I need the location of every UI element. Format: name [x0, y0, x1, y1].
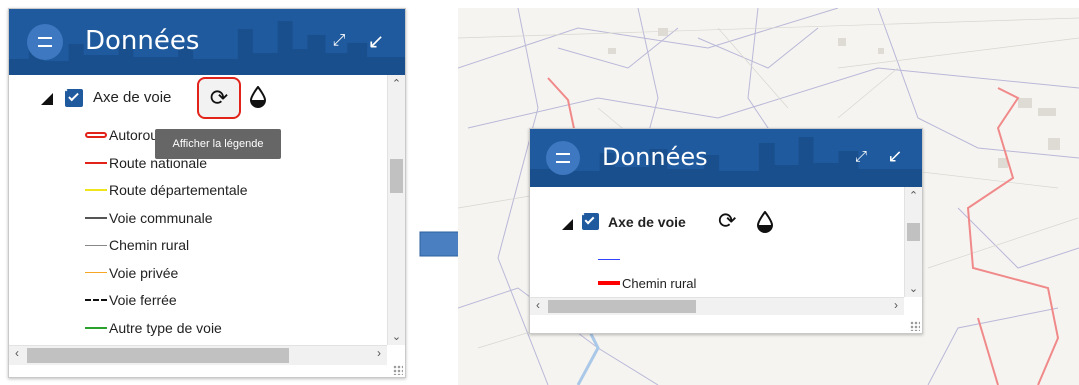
- collapse-triangle-icon[interactable]: [41, 93, 53, 105]
- horizontal-scrollbar-right[interactable]: ‹ ›: [530, 297, 904, 315]
- legend-label: Chemin rural: [109, 237, 190, 253]
- panel-title: Données: [85, 26, 200, 56]
- left-legend-item: Voie communale: [85, 208, 213, 228]
- horizontal-scrollbar[interactable]: ‹ ›: [9, 345, 387, 365]
- legend-symbol: [598, 258, 620, 260]
- expand-icon[interactable]: ⤢: [850, 145, 872, 167]
- legend-label: Chemin rural: [622, 275, 697, 291]
- resize-grip-icon[interactable]: [910, 321, 920, 331]
- vertical-scrollbar[interactable]: ⌃ ⌄: [387, 75, 405, 345]
- legend-symbol: [85, 132, 107, 138]
- left-legend-item: Voie ferrée: [85, 290, 177, 310]
- scroll-down-arrow[interactable]: ⌄: [905, 282, 922, 295]
- legend-label: Voie communale: [109, 209, 213, 226]
- scroll-down-arrow[interactable]: ⌄: [388, 330, 405, 343]
- data-panel-right: Données ⤢ ↙ Axe de voie ⟳ Chemin rural ⌃…: [529, 128, 923, 334]
- panel-header: Données ⤢ ↙: [9, 9, 405, 75]
- resize-grip-icon[interactable]: [393, 365, 403, 375]
- scroll-right-arrow[interactable]: ›: [377, 346, 381, 360]
- menu-button-right[interactable]: [546, 141, 580, 175]
- legend-label: Voie privée: [109, 264, 179, 281]
- left-legend-item: Voie privée: [85, 263, 178, 283]
- scroll-thumb-horizontal[interactable]: [548, 300, 696, 313]
- opacity-drop-icon[interactable]: [249, 86, 267, 108]
- legend-symbol: [85, 299, 107, 301]
- legend-symbol: [85, 216, 107, 219]
- menu-icon: [556, 153, 570, 163]
- panel-header-right: Données ⤢ ↙: [530, 129, 922, 187]
- legend-label: Voie ferrée: [109, 292, 177, 308]
- legend-label: Autre type de voie: [109, 319, 222, 336]
- legend-symbol: [85, 272, 107, 273]
- right-legend-item: [598, 249, 622, 269]
- layer-name-right: Axe de voie: [608, 214, 686, 230]
- legend-symbol: [85, 161, 107, 164]
- scroll-right-arrow[interactable]: ›: [894, 298, 898, 312]
- collapse-triangle-icon[interactable]: [562, 219, 573, 230]
- layer-checkbox[interactable]: [65, 89, 83, 107]
- left-legend-item: Route départementale: [85, 180, 248, 200]
- layer-name: Axe de voie: [93, 89, 172, 106]
- vertical-scrollbar-right[interactable]: ⌃ ⌄: [904, 187, 922, 297]
- scroll-left-arrow[interactable]: ‹: [536, 298, 540, 312]
- opacity-drop-icon[interactable]: [756, 211, 774, 233]
- scroll-up-arrow[interactable]: ⌃: [388, 77, 405, 90]
- collapse-arrow-icon[interactable]: ↙: [884, 145, 906, 167]
- right-legend-item: Chemin rural: [598, 273, 696, 293]
- stage: Données ⤢ ↙ Axe de voie ⟳ Autoroute Route…: [0, 0, 1079, 385]
- menu-button[interactable]: [27, 24, 63, 60]
- scroll-thumb-horizontal[interactable]: [27, 348, 289, 363]
- scroll-left-arrow[interactable]: ‹: [15, 346, 19, 360]
- refresh-button[interactable]: ⟳: [197, 77, 241, 119]
- menu-icon: [38, 37, 52, 47]
- legend-label: Route départementale: [109, 182, 248, 198]
- tooltip: Afficher la légende: [155, 129, 281, 159]
- panel-title-right: Données: [602, 143, 708, 171]
- left-legend-item: Autre type de voie: [85, 318, 222, 338]
- legend-symbol: [598, 281, 620, 285]
- scroll-up-arrow[interactable]: ⌃: [905, 189, 922, 202]
- refresh-icon: ⟳: [209, 85, 229, 111]
- layer-checkbox-right[interactable]: [582, 213, 599, 230]
- data-panel-left: Données ⤢ ↙ Axe de voie ⟳ Autoroute Route…: [8, 8, 406, 378]
- legend-symbol: [85, 326, 107, 329]
- left-legend-item: Chemin rural: [85, 235, 189, 255]
- legend-symbol: [85, 189, 107, 191]
- expand-icon[interactable]: ⤢: [327, 29, 351, 53]
- scroll-thumb[interactable]: [390, 159, 403, 193]
- refresh-icon[interactable]: ⟳: [718, 209, 736, 234]
- scroll-thumb[interactable]: [907, 223, 920, 241]
- collapse-arrow-icon[interactable]: ↙: [364, 29, 388, 53]
- legend-symbol: [85, 244, 107, 246]
